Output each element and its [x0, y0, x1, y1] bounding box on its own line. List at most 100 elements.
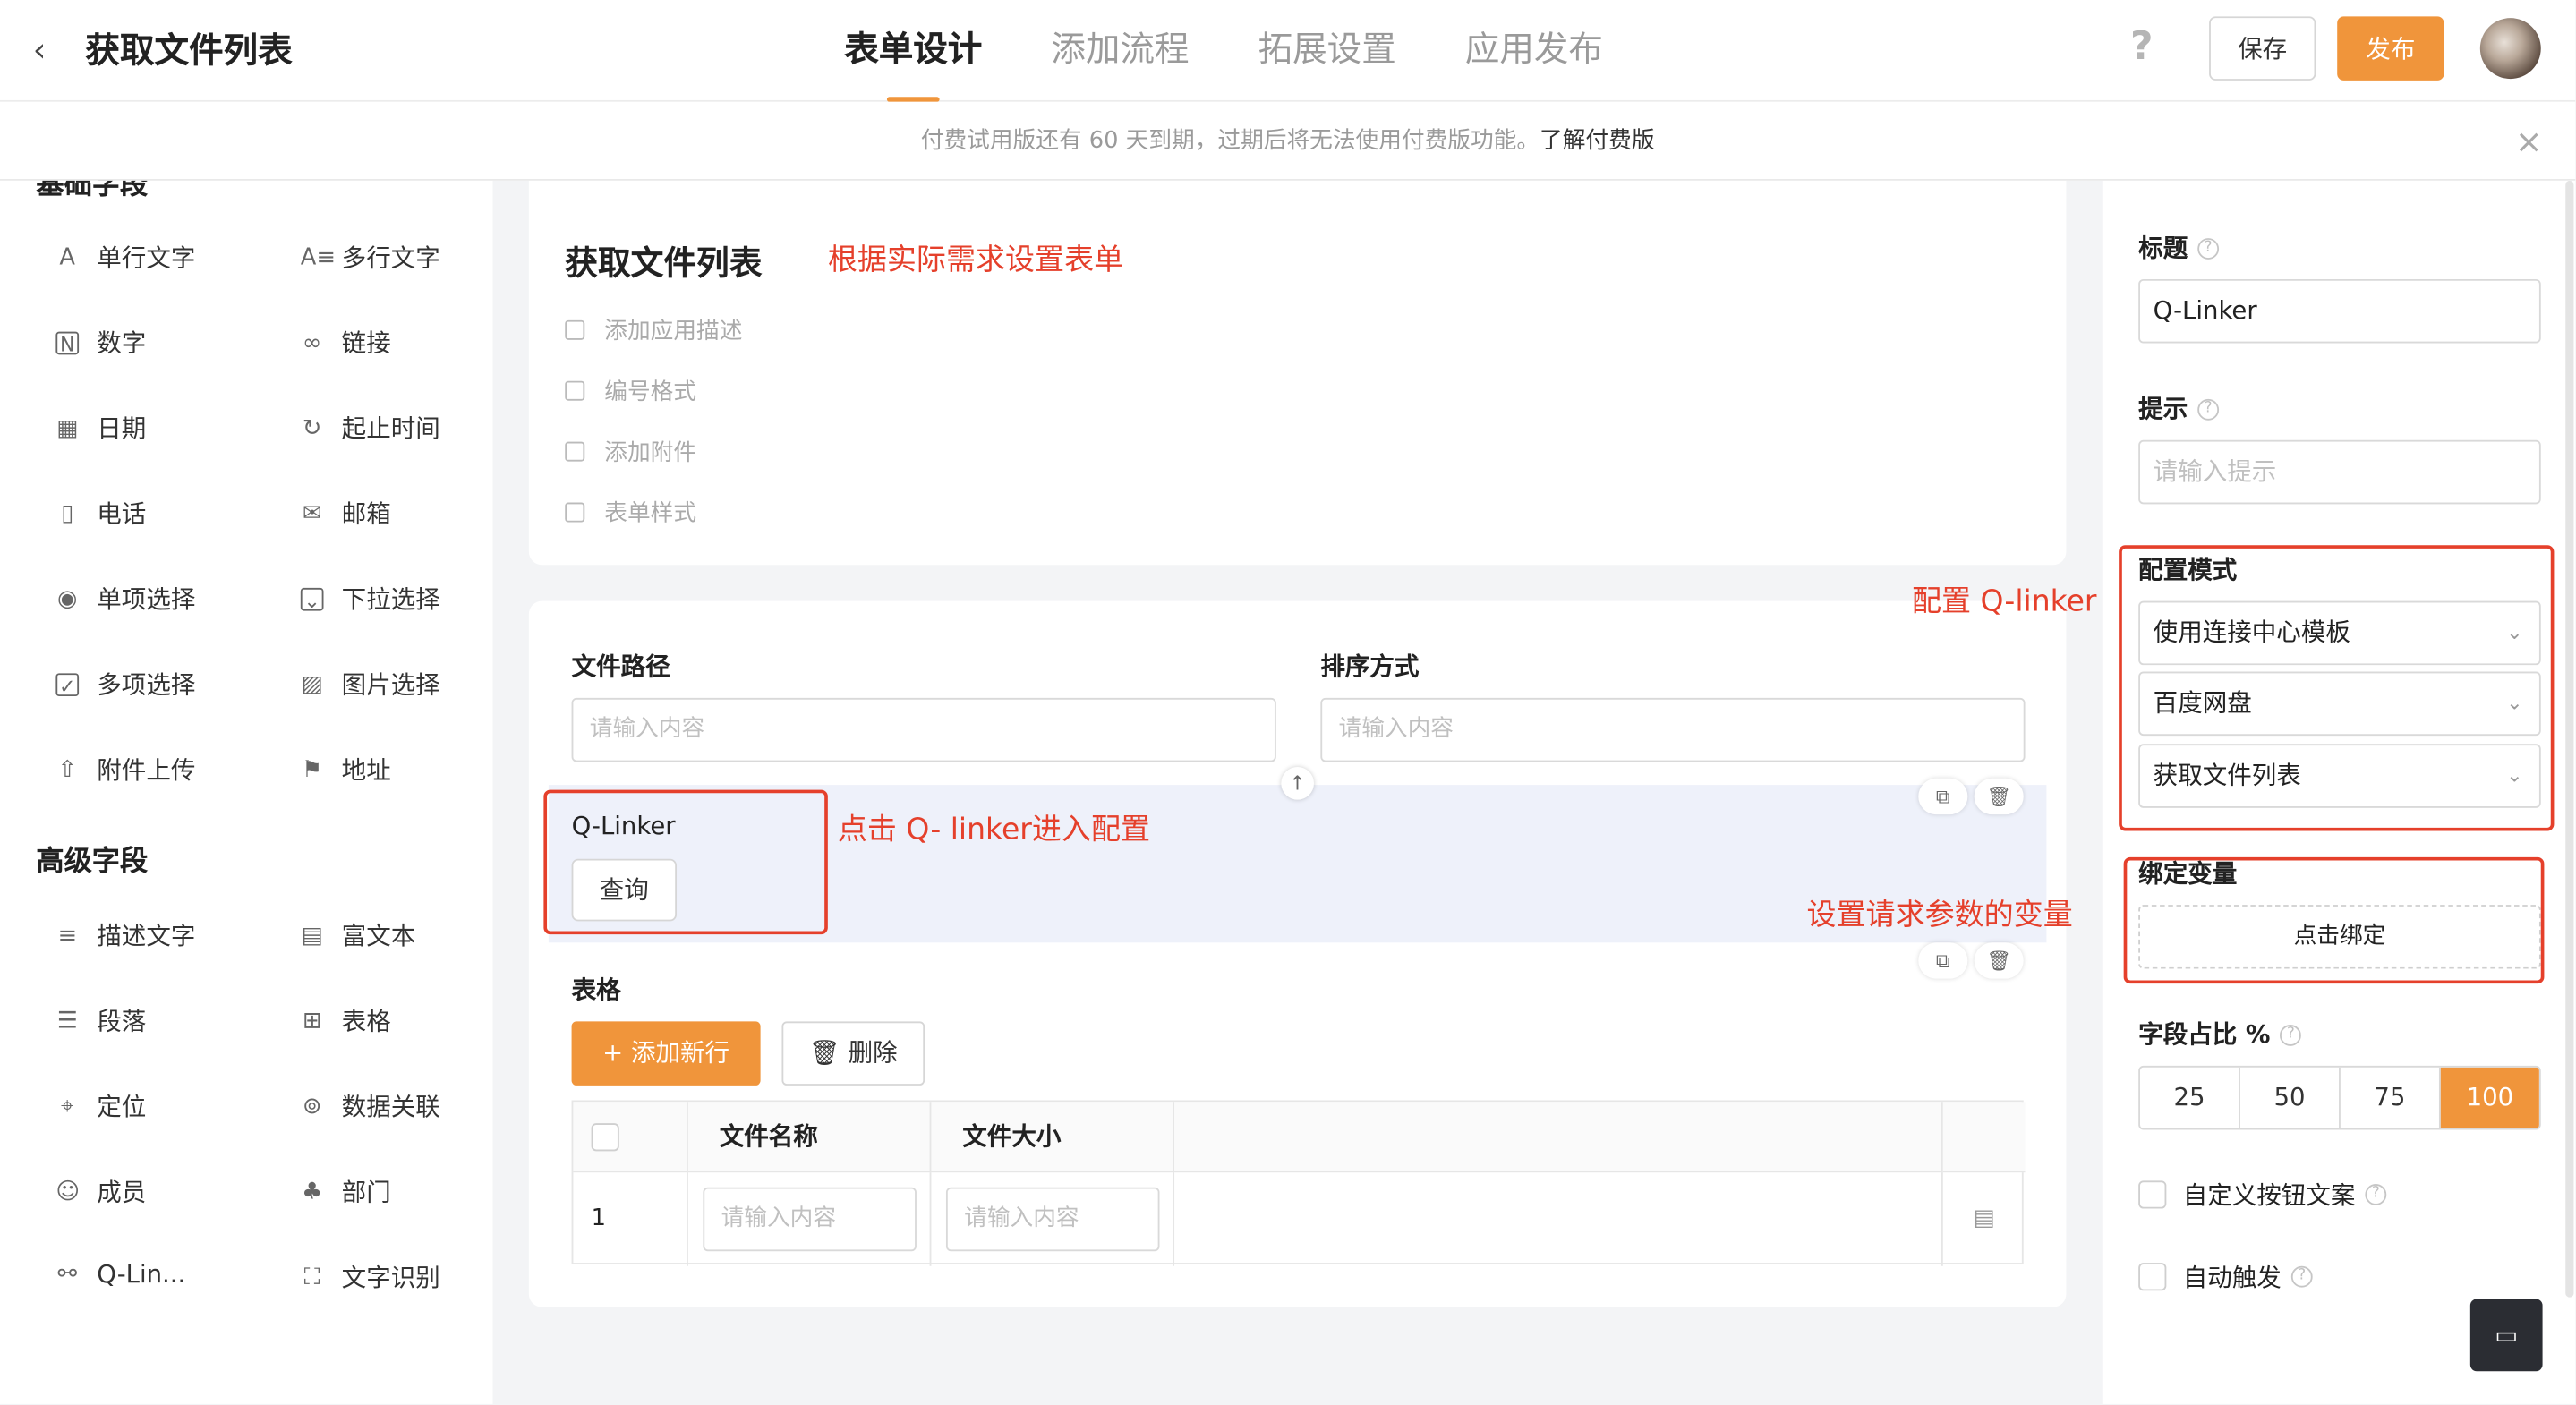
title-label-text: 标题: [2138, 233, 2188, 263]
checkbox-icon: ✓: [55, 672, 80, 697]
select-all-checkbox[interactable]: [591, 1123, 619, 1152]
highlight-q-linker: [543, 789, 828, 935]
annotation-config-q-linker: 配置 Q-linker: [1911, 584, 2097, 619]
tab-add-flow[interactable]: 添加流程: [1051, 23, 1189, 102]
field-multi-line-text[interactable]: A≡ 多行文字: [301, 240, 440, 275]
scan-icon: ⛶: [303, 1264, 320, 1290]
add-attachment-option[interactable]: 添加附件: [565, 435, 696, 468]
delete-label: 删除: [848, 1037, 898, 1068]
tab-app-publish[interactable]: 应用发布: [1465, 23, 1603, 102]
field-date[interactable]: ▦ 日期: [55, 411, 146, 446]
custom-button-text-checkbox[interactable]: [2138, 1180, 2167, 1209]
add-row-button[interactable]: + 添加新行: [571, 1021, 761, 1086]
user-icon: ☺: [55, 1178, 81, 1205]
field-label: 邮箱: [341, 498, 391, 529]
avatar[interactable]: [2479, 18, 2541, 80]
help-icon[interactable]: ?: [2290, 1265, 2313, 1288]
add-description-option[interactable]: 添加应用描述: [565, 313, 742, 346]
field-single-line-text[interactable]: A 单行文字: [55, 240, 195, 275]
table-icon: ⊞: [302, 1007, 322, 1035]
field-q-linker[interactable]: ⚯ Q-Lin...: [55, 1259, 185, 1289]
hint-label: 提示?: [2138, 391, 2220, 426]
field-email[interactable]: ✉ 邮箱: [301, 496, 391, 531]
field-date-range[interactable]: ↻ 起止时间: [301, 411, 440, 446]
copy-icon[interactable]: ⧉: [1918, 778, 1968, 815]
sort-order-input[interactable]: 请输入内容: [1320, 697, 2026, 762]
trash-icon[interactable]: 🗑: [1974, 778, 2024, 815]
help-icon[interactable]: ?: [2365, 1184, 2387, 1205]
field-department[interactable]: ♣ 部门: [301, 1174, 391, 1209]
hint-input[interactable]: 请输入提示: [2138, 439, 2541, 505]
numbering-icon: [565, 380, 585, 401]
field-label: 文字识别: [341, 1263, 440, 1293]
sub-table: 文件名称 文件大小 1 请输入内容 请输入内容 ▤: [571, 1100, 2026, 1266]
field-sidebar: 基础字段 A 单行文字 A≡ 多行文字 N 数字 ∞ 链接 ▦ 日期 ↻ 起止时间 ▯ 电话 …: [0, 180, 493, 1404]
pin-icon: ⌖: [60, 1093, 74, 1120]
trial-notice-bar: 付费试用版还有 60 天到期，过期后将无法使用付费版功能。了解付费版 ×: [0, 101, 2576, 181]
palette-icon: [565, 502, 585, 523]
auto-trigger-checkbox[interactable]: [2138, 1263, 2167, 1291]
form-canvas: 获取文件列表 根据实际需求设置表单 添加应用描述 编号格式 添加附件 表单样式 …: [492, 180, 2103, 1404]
option-label: 添加附件: [604, 439, 697, 467]
ratio-option-25[interactable]: 25: [2140, 1067, 2240, 1128]
column-header-empty: [1174, 1102, 1943, 1173]
tab-extend-settings[interactable]: 拓展设置: [1258, 23, 1396, 102]
field-dropdown[interactable]: ⌄ 下拉选择: [300, 582, 440, 617]
delete-button[interactable]: 🗑 删除: [781, 1021, 925, 1086]
trash-icon[interactable]: 🗑: [1974, 942, 2024, 979]
copy-icon[interactable]: ⧉: [1918, 942, 1968, 979]
field-label: 表格: [341, 1006, 391, 1036]
main-tabs: 表单设计 添加流程 拓展设置 应用发布: [844, 23, 1672, 102]
file-path-input[interactable]: 请输入内容: [571, 697, 1276, 762]
field-link[interactable]: ∞ 链接: [301, 325, 391, 360]
field-multi-choice[interactable]: ✓ 多项选择: [55, 667, 195, 702]
chevron-left-icon[interactable]: ‹: [33, 30, 47, 69]
description-icon: ≡: [57, 922, 77, 949]
field-location[interactable]: ⌖ 定位: [55, 1089, 146, 1124]
field-attachment[interactable]: ⇧ 附件上传: [55, 752, 195, 787]
field-data-relation[interactable]: ⊚ 数据关联: [301, 1089, 440, 1124]
field-paragraph[interactable]: ☰ 段落: [55, 1003, 147, 1038]
field-member[interactable]: ☺ 成员: [55, 1174, 146, 1209]
save-button[interactable]: 保存: [2209, 16, 2316, 81]
publish-button[interactable]: 发布: [2337, 16, 2444, 81]
field-ratio-selector: 25 50 75 100: [2138, 1065, 2541, 1130]
file-name-input[interactable]: 请输入内容: [703, 1187, 917, 1252]
form-title[interactable]: 获取文件列表: [565, 236, 762, 284]
ratio-option-100[interactable]: 100: [2440, 1067, 2539, 1128]
field-address[interactable]: ⚑ 地址: [301, 752, 391, 787]
chat-icon[interactable]: ▭: [2469, 1299, 2543, 1372]
help-icon[interactable]: ?: [2197, 238, 2220, 260]
phone-icon: ▯: [61, 499, 74, 527]
row-edit-icon[interactable]: ▤: [1943, 1172, 2026, 1266]
file-size-input[interactable]: 请输入内容: [945, 1187, 1160, 1252]
field-ocr[interactable]: ⛶ 文字识别: [301, 1259, 440, 1294]
numbering-format-option[interactable]: 编号格式: [565, 374, 696, 407]
field-rich-text[interactable]: ▤ 富文本: [301, 918, 415, 953]
ratio-option-50[interactable]: 50: [2240, 1067, 2341, 1128]
field-phone[interactable]: ▯ 电话: [55, 496, 146, 531]
tab-form-design[interactable]: 表单设计: [844, 23, 982, 102]
help-icon[interactable]: ?: [2130, 23, 2154, 69]
table-cell: [1174, 1172, 1943, 1266]
title-input[interactable]: Q-Linker: [2138, 278, 2541, 344]
field-image-choice[interactable]: ▨ 图片选择: [301, 667, 439, 702]
custom-button-text-option[interactable]: 自定义按钮文案?: [2138, 1178, 2387, 1213]
ratio-option-75[interactable]: 75: [2341, 1067, 2441, 1128]
help-icon[interactable]: ?: [2280, 1025, 2302, 1046]
trash-icon: 🗑: [808, 1037, 849, 1068]
field-single-choice[interactable]: ◉ 单项选择: [55, 582, 195, 617]
field-description-text[interactable]: ≡ 描述文字: [55, 918, 195, 953]
field-label: 链接: [341, 328, 391, 359]
learn-paid-link[interactable]: 了解付费版: [1540, 128, 1654, 154]
field-label: 地址: [341, 755, 391, 786]
comment-icon: [565, 319, 585, 340]
close-icon[interactable]: ×: [2515, 102, 2543, 181]
scrollbar[interactable]: [2565, 180, 2574, 1298]
help-icon[interactable]: ?: [2197, 398, 2220, 421]
form-style-option[interactable]: 表单样式: [565, 496, 696, 529]
arrow-up-icon[interactable]: ↑: [1281, 766, 1314, 800]
auto-trigger-option[interactable]: 自动触发?: [2138, 1259, 2313, 1294]
field-table[interactable]: ⊞ 表格: [301, 1003, 391, 1038]
field-number[interactable]: N 数字: [55, 325, 146, 360]
